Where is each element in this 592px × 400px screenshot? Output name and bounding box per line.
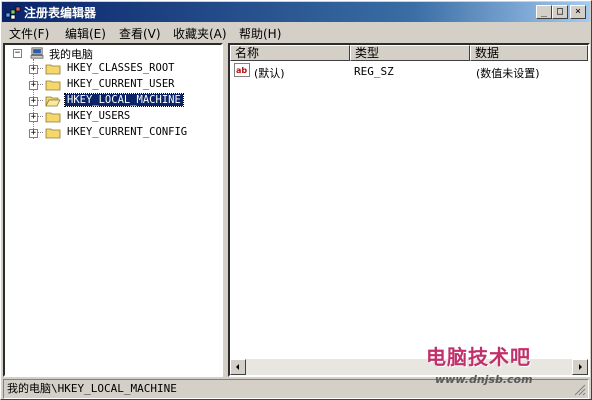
minimize-button[interactable]: _ [536, 5, 552, 19]
expand-toggle[interactable]: + [29, 113, 38, 122]
registry-editor-window: 注册表编辑器 _ □ × 文件(F) 编辑(E) 查看(V) 收藏夹(A) 帮助… [0, 0, 592, 400]
tree-node-label: HKEY_CURRENT_CONFIG [67, 126, 188, 138]
menu-favorites[interactable]: 收藏夹(A) [173, 25, 227, 42]
folder-icon [45, 112, 61, 123]
column-header-type[interactable]: 类型 [350, 45, 470, 61]
collapse-toggle[interactable]: − [13, 49, 22, 58]
menu-file[interactable]: 文件(F) [9, 25, 49, 42]
list-header: 名称 类型 数据 [230, 45, 588, 61]
scroll-left-button[interactable] [230, 359, 246, 375]
value-name: (默认) [254, 67, 285, 80]
close-button[interactable]: × [570, 5, 586, 19]
watermark-url: www.dnjsb.com [435, 373, 533, 386]
left-arrow-icon [236, 364, 239, 370]
expand-toggle[interactable]: + [29, 81, 38, 90]
open-folder-icon [45, 96, 61, 107]
registry-editor-icon [5, 6, 21, 20]
menu-view[interactable]: 查看(V) [119, 25, 161, 42]
folder-icon [45, 80, 61, 91]
folder-icon [45, 128, 61, 139]
folder-icon [45, 64, 61, 75]
values-list[interactable]: 名称 类型 数据 ab (默认) REG_SZ (数值未设置) [228, 43, 590, 377]
tree-node-label: 我的电脑 [49, 48, 93, 61]
title-bar[interactable]: 注册表编辑器 _ □ × [2, 2, 590, 22]
value-type: REG_SZ [354, 65, 394, 78]
registry-tree[interactable]: − 我的电脑 + HKEY_CLASSES_ROOT + HKEY_CURREN… [3, 43, 223, 377]
svg-text:ab: ab [236, 66, 247, 75]
status-path: 我的电脑\HKEY_LOCAL_MACHINE [7, 382, 177, 395]
tree-node-label-selected: HKEY_LOCAL_MACHINE [64, 93, 184, 107]
watermark-title: 电脑技术吧 [426, 345, 531, 369]
maximize-button[interactable]: □ [552, 5, 568, 19]
resize-grip-icon[interactable] [574, 384, 586, 396]
menu-help[interactable]: 帮助(H) [239, 25, 281, 42]
column-header-name[interactable]: 名称 [230, 45, 350, 61]
tree-node-label: HKEY_CLASSES_ROOT [67, 62, 175, 74]
right-arrow-icon [579, 364, 582, 370]
computer-icon [30, 47, 44, 59]
value-data: (数值未设置) [476, 67, 540, 80]
string-value-icon: ab [234, 63, 250, 77]
expand-toggle[interactable]: + [29, 97, 38, 106]
menu-edit[interactable]: 编辑(E) [65, 25, 106, 42]
tree-node-hkey-current-config[interactable]: + HKEY_CURRENT_CONFIG [5, 125, 215, 141]
menu-bar: 文件(F) 编辑(E) 查看(V) 收藏夹(A) 帮助(H) [3, 23, 589, 42]
tree-node-hkey-local-machine[interactable]: + HKEY_LOCAL_MACHINE [5, 93, 215, 109]
tree-node-hkey-users[interactable]: + HKEY_USERS [5, 109, 215, 125]
scroll-right-button[interactable] [572, 359, 588, 375]
column-header-data[interactable]: 数据 [470, 45, 588, 61]
window-title: 注册表编辑器 [24, 6, 97, 20]
tree-node-my-computer[interactable]: − 我的电脑 [5, 45, 215, 61]
tree-node-hkey-classes-root[interactable]: + HKEY_CLASSES_ROOT [5, 61, 215, 77]
expand-toggle[interactable]: + [29, 65, 38, 74]
tree-node-hkey-current-user[interactable]: + HKEY_CURRENT_USER [5, 77, 215, 93]
tree-node-label: HKEY_CURRENT_USER [67, 78, 175, 90]
expand-toggle[interactable]: + [29, 129, 38, 138]
horizontal-scrollbar[interactable] [230, 359, 588, 375]
tree-node-label: HKEY_USERS [67, 110, 131, 122]
